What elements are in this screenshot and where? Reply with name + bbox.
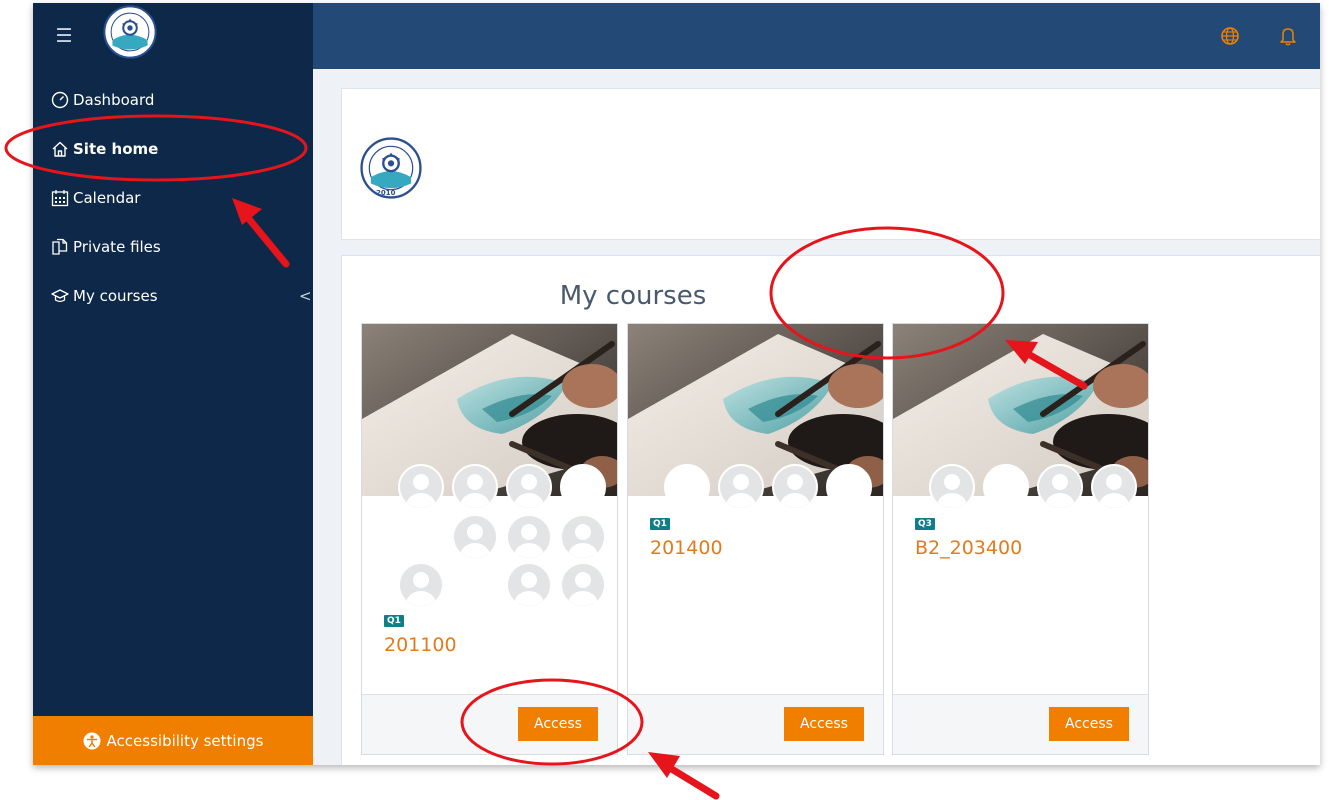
course-name-link[interactable]: 201400 — [650, 537, 723, 559]
sidebar: Dashboard Site home Calendar Private fil… — [33, 69, 313, 765]
sidebar-item-private-files[interactable]: Private files — [51, 235, 161, 259]
course-badge: Q1 — [384, 615, 404, 627]
top-navbar: ☰ — [33, 3, 1320, 69]
participant-avatar — [983, 464, 1029, 510]
participant-avatar — [452, 514, 498, 560]
course-card: Q3 B2_203400 Access — [892, 323, 1149, 755]
hamburger-menu-button[interactable]: ☰ — [33, 3, 95, 69]
university-logo[interactable] — [103, 5, 157, 59]
participant-avatar — [398, 562, 444, 608]
participant-avatar — [398, 514, 444, 560]
participant-avatar — [718, 464, 764, 510]
participant-avatar — [560, 464, 606, 510]
site-header-panel: 2010 — [341, 88, 1320, 240]
dashboard-icon — [51, 91, 69, 109]
course-card: Q1 201400 Access — [627, 323, 884, 755]
bell-icon[interactable] — [1277, 25, 1299, 47]
participant-avatar — [452, 464, 498, 510]
sidebar-item-label: Calendar — [73, 189, 141, 207]
access-button[interactable]: Access — [518, 707, 598, 741]
home-icon — [52, 141, 68, 157]
access-button[interactable]: Access — [1049, 707, 1129, 741]
sidebar-item-label: Private files — [73, 238, 161, 256]
participant-avatar — [452, 562, 498, 608]
participant-avatar — [506, 562, 552, 608]
logo-year: 2010 — [376, 189, 396, 197]
sidebar-item-label: Site home — [73, 140, 159, 158]
participant-avatar — [506, 464, 552, 510]
access-button[interactable]: Access — [784, 707, 864, 741]
participant-avatar — [826, 464, 872, 510]
participant-avatar — [1037, 464, 1083, 510]
sidebar-logo-area — [95, 3, 313, 69]
sidebar-item-label: Dashboard — [73, 91, 155, 109]
sidebar-item-site-home[interactable]: Site home — [51, 137, 158, 161]
participant-avatar — [560, 514, 606, 560]
sidebar-item-calendar[interactable]: Calendar — [51, 186, 140, 210]
course-badge: Q3 — [915, 518, 935, 530]
accessibility-label: Accessibility settings — [106, 731, 264, 750]
participant-avatar — [560, 562, 606, 608]
course-card: Q1 201100 Access — [361, 323, 618, 755]
participant-avatar — [664, 464, 710, 510]
calendar-icon — [51, 190, 69, 207]
globe-icon[interactable] — [1219, 25, 1241, 47]
participant-avatar — [398, 464, 444, 510]
participant-avatar — [506, 514, 552, 560]
hamburger-icon: ☰ — [55, 25, 73, 47]
course-name-link[interactable]: 201100 — [384, 634, 457, 656]
app-window: ☰ Dashboard Site home Calendar Private f… — [33, 3, 1320, 765]
course-badge: Q1 — [650, 518, 670, 530]
participant-avatar — [1091, 464, 1137, 510]
sidebar-item-dashboard[interactable]: Dashboard — [51, 88, 154, 112]
files-icon — [52, 238, 68, 255]
participant-avatar — [929, 464, 975, 510]
course-name-link[interactable]: B2_203400 — [915, 537, 1022, 559]
participant-avatar — [772, 464, 818, 510]
section-title: My courses — [559, 281, 707, 311]
accessibility-icon — [83, 732, 101, 749]
accessibility-settings-button[interactable]: Accessibility settings — [33, 716, 313, 765]
